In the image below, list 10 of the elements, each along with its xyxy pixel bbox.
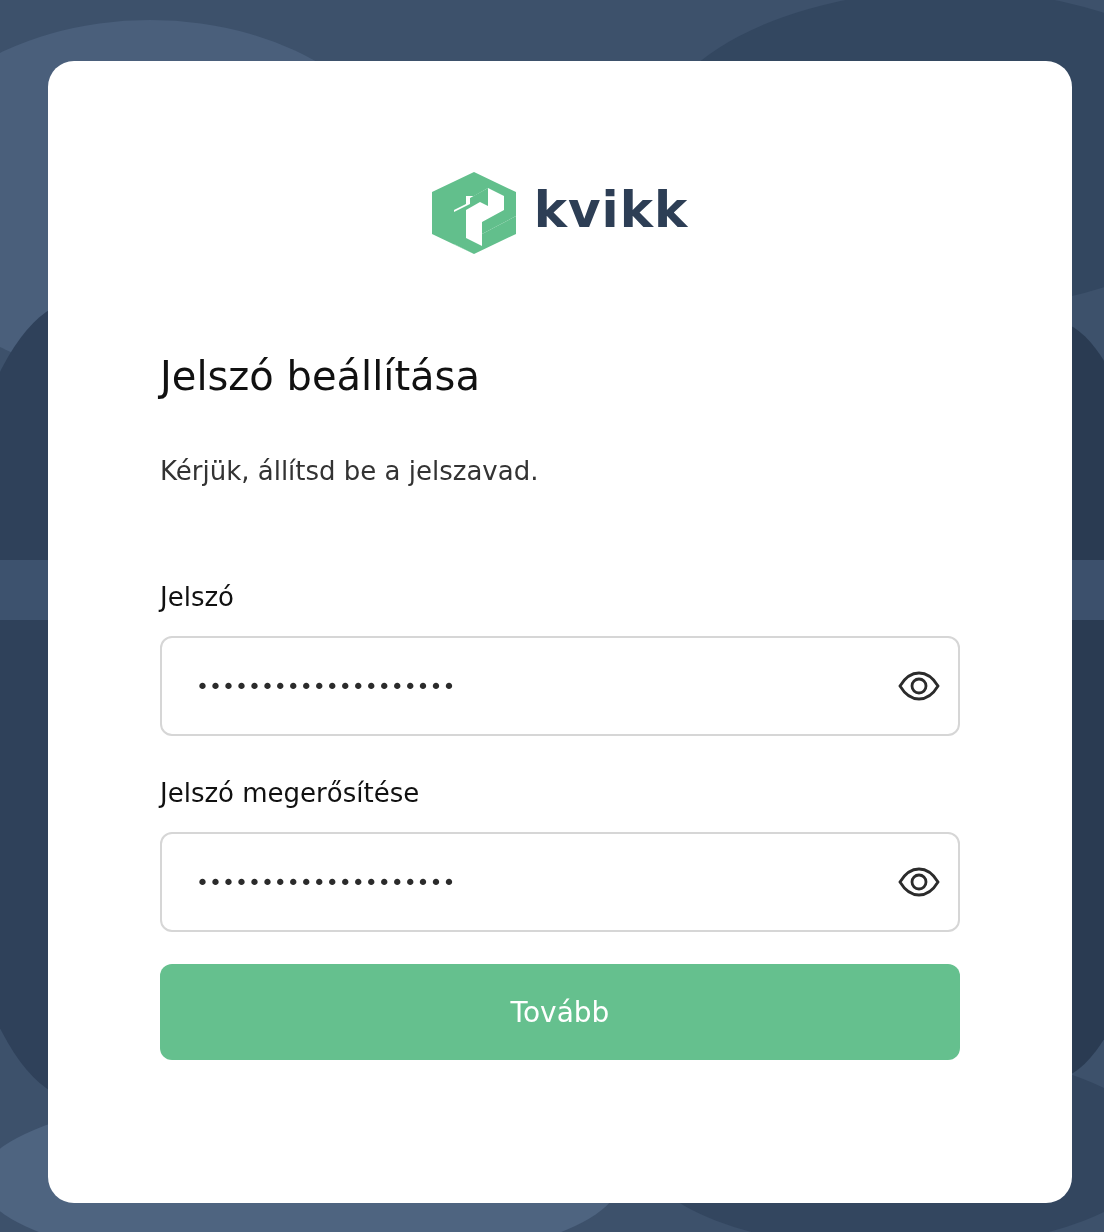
logo-wordmark: kvikk <box>533 185 689 235</box>
field-label: Jelszó <box>160 581 235 614</box>
eye-icon[interactable] <box>898 867 940 897</box>
page-title: Jelszó beállítása <box>160 352 481 400</box>
subtitle: Kérjük, állítsd be a jelszavad. <box>160 455 540 488</box>
password-field[interactable]: •••••••••••••••••••• <box>160 832 960 932</box>
eye-icon[interactable] <box>898 671 940 701</box>
field-label: Jelszó megerősítése <box>160 777 421 810</box>
logo-icon <box>431 172 516 254</box>
password-field[interactable]: •••••••••••••••••••• <box>160 636 960 736</box>
